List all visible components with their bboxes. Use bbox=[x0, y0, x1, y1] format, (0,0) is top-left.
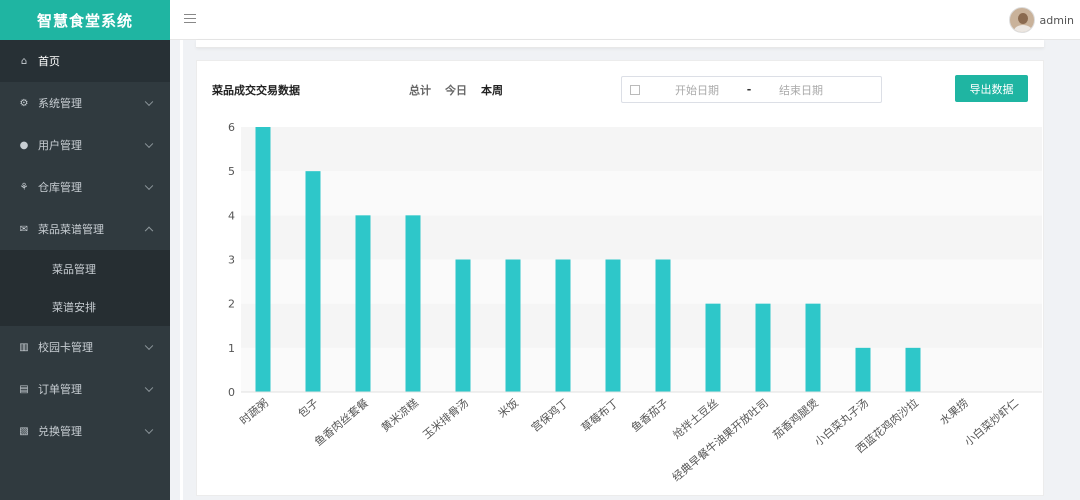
x-tick-label: 小白菜炒虾仁 bbox=[961, 396, 1021, 449]
exchange-icon: ▧ bbox=[19, 425, 29, 437]
bar bbox=[805, 303, 821, 392]
filter-week[interactable]: 本周 bbox=[481, 82, 503, 98]
panel-title: 菜品成交交易数据 bbox=[212, 84, 300, 97]
x-tick-label: 经典早餐牛油果开放吐司 bbox=[669, 396, 771, 485]
username: admin bbox=[1039, 13, 1074, 27]
sidebar-item-5[interactable]: ▥ 校园卡管理 bbox=[0, 326, 170, 368]
grid-band bbox=[241, 171, 1042, 216]
x-tick-label: 包子 bbox=[296, 396, 321, 420]
y-tick-label: 1 bbox=[228, 342, 235, 355]
menu-toggle-icon[interactable] bbox=[184, 14, 196, 24]
submenu-item-0[interactable]: 菜品管理 bbox=[0, 250, 170, 288]
x-tick-label: 宫保鸡丁 bbox=[528, 396, 571, 435]
sidebar-menu: ⌂ 首页 ⚙ 系统管理 ● 用户管理 ⚘ 仓库管理 ✉ 菜品菜谱管理菜品管理 菜谱安排 ▥ 校园卡管理 ▤… bbox=[0, 40, 170, 452]
bar bbox=[255, 127, 271, 392]
sidebar-item-label: 菜品菜谱管理 bbox=[38, 223, 104, 236]
y-tick-label: 5 bbox=[228, 165, 235, 178]
top-header: admin bbox=[170, 0, 1080, 40]
y-tick-label: 4 bbox=[228, 209, 235, 222]
bar-chart: 0 1 2 3 4 5 6 时蔬粥 包子鱼香肉丝套餐 黄米凉糕 玉米排骨汤 米饭 宫保鸡丁 草莓布丁 鱼香茄… bbox=[228, 121, 1042, 485]
submenu: 菜品管理 菜谱安排 bbox=[0, 250, 170, 326]
y-tick-label: 6 bbox=[228, 121, 235, 134]
grid-band bbox=[241, 127, 1042, 172]
x-tick-label: 炝拌土豆丝 bbox=[670, 396, 721, 442]
chevron-up-icon bbox=[144, 226, 154, 236]
sidebar-item-label: 仓库管理 bbox=[38, 181, 82, 194]
chevron-down-icon bbox=[144, 97, 154, 107]
filter-total[interactable]: 总计 bbox=[409, 82, 431, 98]
document-icon: ▤ bbox=[19, 383, 29, 395]
end-date-input[interactable]: 结束日期 bbox=[766, 82, 836, 98]
bar bbox=[305, 171, 321, 392]
sidebar: 智慧食堂系统 ⌂ 首页 ⚙ 系统管理 ● 用户管理 ⚘ 仓库管理 ✉ 菜品菜谱管理菜品管理 菜谱安排… bbox=[0, 0, 170, 500]
bar bbox=[605, 259, 621, 392]
start-date-input[interactable]: 开始日期 bbox=[662, 82, 732, 98]
divider bbox=[180, 40, 183, 500]
bar bbox=[405, 215, 421, 392]
chevron-down-icon bbox=[144, 139, 154, 149]
filter-today[interactable]: 今日 bbox=[445, 82, 467, 98]
x-tick-label: 黄米凉糕 bbox=[378, 396, 421, 435]
previous-card bbox=[196, 40, 1044, 48]
app-title: 智慧食堂系统 bbox=[0, 0, 170, 40]
mail-icon: ✉ bbox=[19, 223, 29, 235]
sidebar-item-3[interactable]: ⚘ 仓库管理 bbox=[0, 166, 170, 208]
export-button[interactable]: 导出数据 bbox=[955, 75, 1028, 102]
bar bbox=[655, 259, 671, 392]
bar bbox=[705, 303, 721, 392]
sidebar-item-0[interactable]: ⌂ 首页 bbox=[0, 40, 170, 82]
home-icon: ⌂ bbox=[20, 55, 28, 67]
bar bbox=[355, 215, 371, 392]
gear-icon: ⚙ bbox=[19, 97, 29, 109]
chevron-down-icon bbox=[144, 181, 154, 191]
sidebar-item-1[interactable]: ⚙ 系统管理 bbox=[0, 82, 170, 124]
avatar[interactable] bbox=[1008, 7, 1035, 33]
x-tick-label: 米饭 bbox=[496, 396, 521, 420]
sidebar-item-label: 校园卡管理 bbox=[38, 341, 93, 354]
y-tick-label: 2 bbox=[228, 298, 235, 311]
sidebar-item-label: 首页 bbox=[38, 55, 60, 68]
sales-panel: 菜品成交交易数据 总计 今日 本周 开始日期 - 结束日期 导出数据 0 1 2 3 4… bbox=[196, 60, 1044, 496]
x-tick-label: 时蔬粥 bbox=[237, 396, 271, 427]
date-separator: - bbox=[746, 83, 752, 96]
bar-chart-icon: ▥ bbox=[19, 341, 29, 353]
bar bbox=[755, 303, 771, 392]
y-tick-label: 0 bbox=[228, 386, 235, 399]
x-tick-label: 玉米排骨汤 bbox=[420, 396, 471, 442]
sidebar-item-4[interactable]: ✉ 菜品菜谱管理 bbox=[0, 208, 170, 250]
sidebar-item-label: 系统管理 bbox=[38, 97, 82, 110]
sidebar-item-7[interactable]: ▧ 兑换管理 bbox=[0, 410, 170, 452]
y-tick-label: 3 bbox=[228, 254, 235, 267]
chevron-down-icon bbox=[144, 425, 154, 435]
calendar-icon bbox=[630, 84, 640, 95]
bar bbox=[905, 347, 921, 392]
x-tick-label: 鱼香肉丝套餐 bbox=[311, 396, 371, 449]
x-tick-label: 草莓布丁 bbox=[579, 396, 621, 434]
x-tick-label: 茄香鸡腿煲 bbox=[770, 396, 821, 442]
sidebar-item-label: 订单管理 bbox=[38, 383, 82, 396]
x-tick-label: 鱼香茄子 bbox=[628, 396, 671, 435]
sidebar-item-label: 兑换管理 bbox=[38, 425, 82, 438]
warehouse-icon: ⚘ bbox=[19, 181, 29, 193]
user-menu[interactable]: admin bbox=[1008, 7, 1074, 33]
time-filters: 总计 今日 本周 bbox=[409, 82, 503, 98]
chevron-down-icon bbox=[144, 341, 154, 351]
sidebar-item-6[interactable]: ▤ 订单管理 bbox=[0, 368, 170, 410]
submenu-item-1[interactable]: 菜谱安排 bbox=[0, 288, 170, 326]
bar bbox=[555, 259, 571, 392]
x-tick-label: 水果捞 bbox=[937, 396, 971, 427]
user-icon: ● bbox=[19, 139, 29, 151]
bar bbox=[855, 347, 871, 392]
bar bbox=[505, 259, 521, 392]
sidebar-item-label: 用户管理 bbox=[38, 139, 82, 152]
date-range-picker[interactable]: 开始日期 - 结束日期 bbox=[621, 76, 882, 103]
chevron-down-icon bbox=[144, 383, 154, 393]
sidebar-item-2[interactable]: ● 用户管理 bbox=[0, 124, 170, 166]
main-content: 菜品成交交易数据 总计 今日 本周 开始日期 - 结束日期 导出数据 0 1 2 3 4… bbox=[170, 40, 1080, 500]
bar bbox=[455, 259, 471, 392]
